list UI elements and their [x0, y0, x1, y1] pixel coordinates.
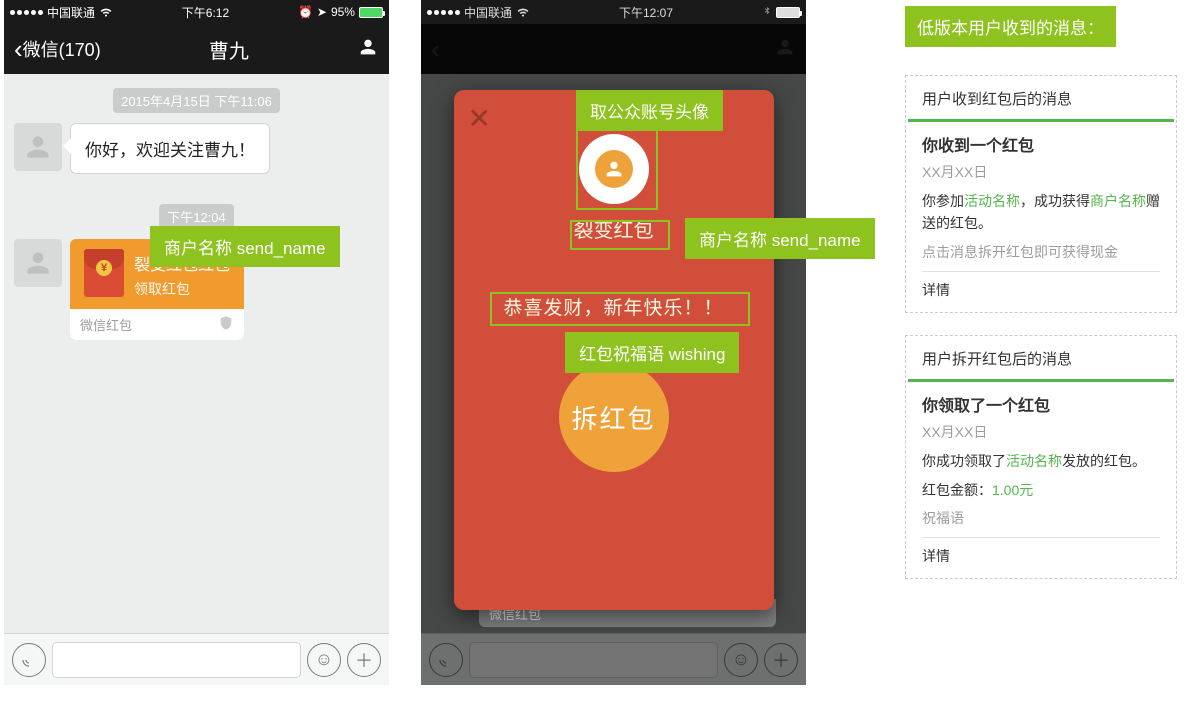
legacy-header: 低版本用户收到的消息：: [905, 6, 1116, 47]
callout-wish-label: 红包祝福语 wishing: [565, 332, 739, 373]
alarm-icon: ⏰: [298, 5, 313, 19]
bluetooth-icon: [762, 4, 772, 21]
text: 你参加: [922, 193, 964, 209]
phone-chat-screen: 中国联通 下午6:12 ⏰ ➤ 95% ‹ 微信(170) 曹九 2015年4月…: [4, 0, 389, 685]
emoji-button[interactable]: ☺: [307, 643, 341, 677]
red-packet-subtitle: 领取红包: [134, 279, 230, 299]
card-date: XX月XX日: [922, 422, 1160, 442]
close-button[interactable]: ✕: [468, 102, 491, 135]
back-label: 微信(170): [23, 36, 101, 62]
card-opened[interactable]: 用户拆开红包后的消息 你领取了一个红包 XX月XX日 你成功领取了活动名称发放的…: [905, 335, 1177, 579]
voice-button[interactable]: [429, 643, 463, 677]
voice-button[interactable]: [12, 643, 46, 677]
signal-icon: [10, 10, 43, 15]
message-input[interactable]: [469, 642, 718, 678]
message-row: 你好，欢迎关注曹九！: [14, 123, 379, 174]
battery-icon: [776, 7, 800, 18]
wifi-icon: [516, 4, 530, 21]
card-title: 你收到一个红包: [922, 132, 1160, 156]
card-head: 用户收到红包后的消息: [908, 78, 1174, 122]
amount-value: 1.00元: [992, 482, 1033, 498]
carrier-label: 中国联通: [464, 4, 512, 21]
card-title: 你领取了一个红包: [922, 392, 1160, 416]
text: ，成功获得: [1020, 193, 1090, 209]
battery-pct: 95%: [331, 5, 355, 19]
red-packet-footer: 微信红包: [80, 315, 132, 334]
wifi-icon: [99, 4, 113, 21]
input-bar: ☺ ＋: [421, 633, 806, 685]
card-line: 你参加活动名称，成功获得商户名称赠送的红包。: [922, 190, 1160, 235]
card-head: 用户拆开红包后的消息: [908, 338, 1174, 382]
legacy-messages-column: 低版本用户收到的消息： 用户收到红包后的消息 你收到一个红包 XX月XX日 你参…: [905, 6, 1177, 601]
callout-merchant-label: 商户名称 send_name: [685, 218, 875, 259]
card-date: XX月XX日: [922, 162, 1160, 182]
wish-message: 恭喜发财，新年快乐！！: [454, 293, 774, 320]
location-icon: ➤: [317, 5, 327, 19]
battery-icon: [359, 7, 383, 18]
status-time: 下午12:07: [619, 4, 673, 21]
back-button[interactable]: ‹ 微信(170): [14, 34, 101, 65]
text-message[interactable]: 你好，欢迎关注曹九！: [70, 123, 270, 174]
merchant-name: 商户名称: [1090, 193, 1146, 209]
activity-name: 活动名称: [964, 193, 1020, 209]
add-button[interactable]: ＋: [764, 643, 798, 677]
red-envelope-icon: [84, 249, 124, 297]
avatar[interactable]: [14, 123, 62, 171]
details-link[interactable]: 详情: [922, 271, 1160, 300]
wish-line: 祝福语: [922, 507, 1160, 529]
card-hint: 点击消息拆开红包即可获得现金: [922, 241, 1160, 263]
callout-avatar-label: 取公众账号头像: [576, 90, 723, 131]
add-button[interactable]: ＋: [347, 643, 381, 677]
message-input[interactable]: [52, 642, 301, 678]
profile-button[interactable]: [357, 36, 379, 63]
amount-label: 红包金额：: [922, 482, 992, 498]
input-bar: ☺ ＋: [4, 633, 389, 685]
chat-title: 曹九: [209, 35, 249, 64]
text: 你成功领取了: [922, 453, 1006, 469]
avatar[interactable]: [14, 239, 62, 287]
timestamp: 2015年4月15日 下午11:06: [113, 88, 280, 113]
status-time: 下午6:12: [182, 4, 229, 21]
card-received[interactable]: 用户收到红包后的消息 你收到一个红包 XX月XX日 你参加活动名称，成功获得商户…: [905, 75, 1177, 313]
activity-name: 活动名称: [1006, 453, 1062, 469]
signal-icon: [427, 10, 460, 15]
amount-line: 红包金额：1.00元: [922, 479, 1160, 501]
callout-merchant-label: 商户名称 send_name: [150, 226, 340, 267]
card-line: 你成功领取了活动名称发放的红包。: [922, 450, 1160, 472]
open-redpacket-button[interactable]: 拆红包: [559, 362, 669, 472]
nav-bar: ‹ 微信(170) 曹九: [4, 24, 389, 74]
text: 发放的红包。: [1062, 453, 1146, 469]
merchant-avatar: [579, 134, 649, 204]
chat-area: 2015年4月15日 下午11:06 你好，欢迎关注曹九！ 下午12:04 裂变…: [4, 74, 389, 633]
details-link[interactable]: 详情: [922, 537, 1160, 566]
emoji-button[interactable]: ☺: [724, 643, 758, 677]
shield-icon: [218, 315, 234, 334]
status-bar: 中国联通 下午6:12 ⏰ ➤ 95%: [4, 0, 389, 24]
carrier-label: 中国联通: [47, 4, 95, 21]
status-bar: 中国联通 下午12:07: [421, 0, 806, 24]
